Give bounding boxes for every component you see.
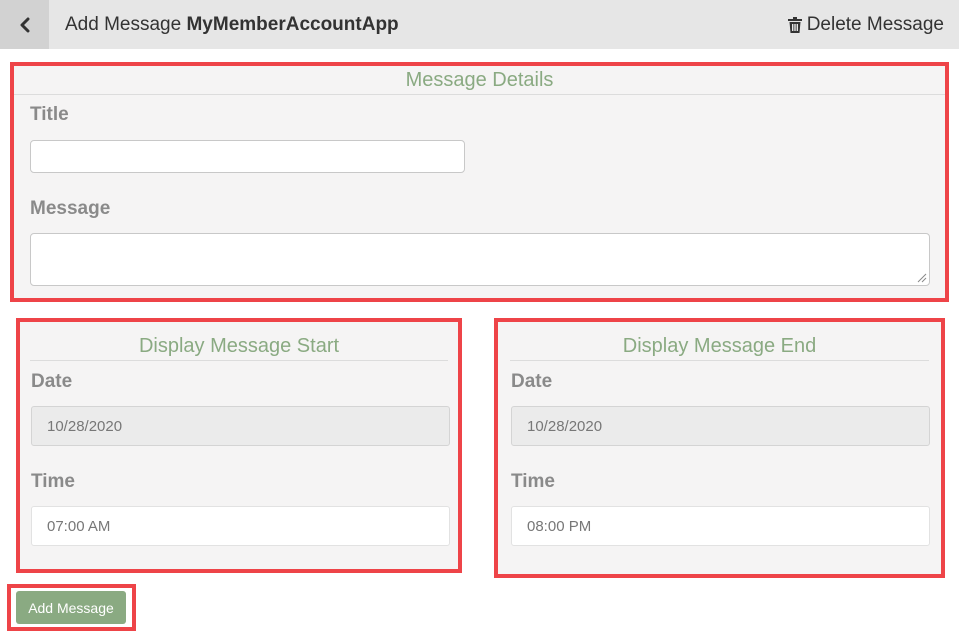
- display-start-panel: Display Message Start Date 10/28/2020 Ti…: [20, 322, 458, 569]
- end-date-label: Date: [511, 371, 553, 392]
- delete-message-button[interactable]: Delete Message: [787, 0, 944, 49]
- page-title: Add Message MyMemberAccountApp: [65, 0, 399, 49]
- title-input[interactable]: [30, 140, 465, 173]
- add-message-button[interactable]: Add Message: [16, 591, 126, 624]
- delete-message-label: Delete Message: [806, 14, 944, 35]
- start-date-value: 10/28/2020: [47, 417, 123, 435]
- end-time-input[interactable]: 08:00 PM: [511, 506, 930, 546]
- start-time-value: 07:00 AM: [47, 517, 111, 535]
- back-button[interactable]: [0, 0, 49, 49]
- end-time-label: Time: [511, 471, 556, 492]
- start-time-input[interactable]: 07:00 AM: [31, 506, 450, 546]
- trash-icon: [787, 16, 802, 33]
- end-time-value: 08:00 PM: [527, 517, 592, 535]
- message-details-panel: Message Details Title Message: [14, 66, 945, 298]
- message-label: Message: [30, 198, 111, 219]
- start-date-input[interactable]: 10/28/2020: [31, 406, 450, 446]
- chevron-left-icon: [20, 17, 29, 32]
- end-date-input[interactable]: 10/28/2020: [511, 406, 930, 446]
- top-bar: Add Message MyMemberAccountApp Delete Me…: [0, 0, 959, 49]
- display-end-heading: Display Message End: [510, 332, 929, 361]
- message-details-heading: Message Details: [14, 66, 945, 95]
- display-start-heading: Display Message Start: [30, 332, 448, 361]
- page-title-prefix: Add Message: [65, 14, 182, 35]
- page-title-app-name: MyMemberAccountApp: [186, 14, 399, 35]
- start-date-label: Date: [31, 371, 73, 392]
- message-textarea[interactable]: [30, 233, 930, 286]
- display-end-panel: Display Message End Date 10/28/2020 Time…: [498, 322, 941, 574]
- start-time-label: Time: [31, 471, 76, 492]
- end-date-value: 10/28/2020: [527, 417, 603, 435]
- resize-grip-icon[interactable]: [917, 273, 927, 283]
- title-label: Title: [30, 104, 69, 125]
